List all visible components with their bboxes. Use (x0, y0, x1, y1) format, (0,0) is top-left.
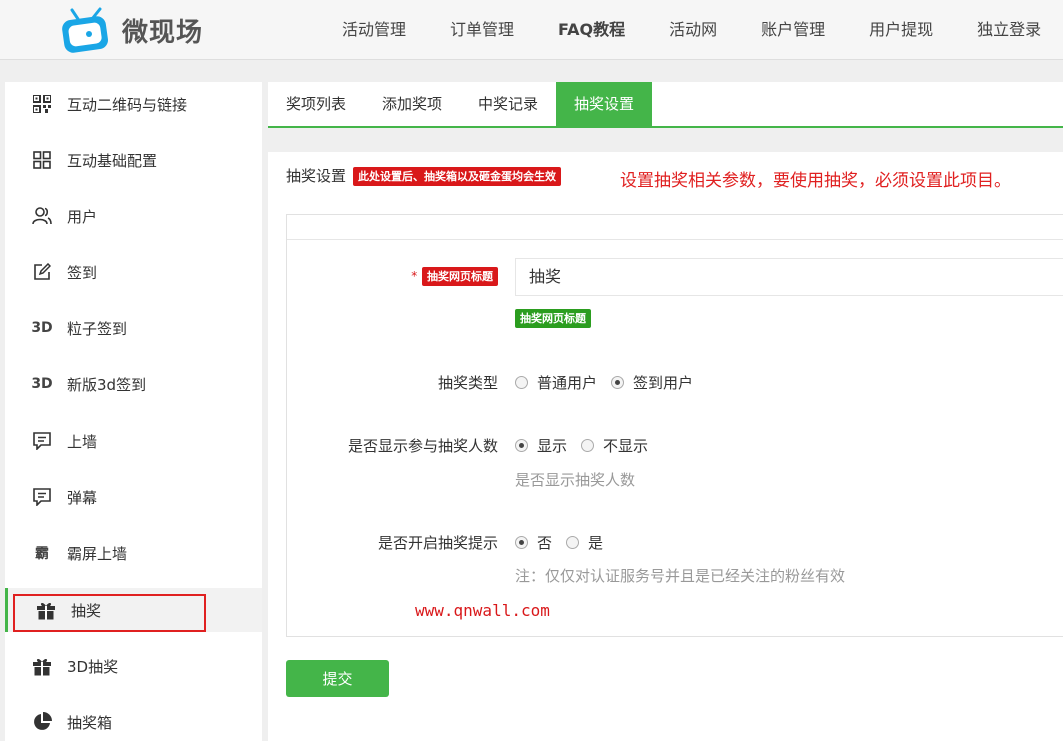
sidebar-item-lottery-box[interactable]: 抽奖箱 (5, 700, 262, 741)
watermark-text: www.qnwall.com (415, 601, 550, 620)
sidebar-item-label: 粒子签到 (67, 319, 128, 338)
3d-icon: 3D (31, 376, 53, 392)
radio-normal-user[interactable]: 普通用户 (515, 372, 597, 393)
nav-activity-site[interactable]: 活动网 (647, 16, 739, 40)
prompt-label: 是否开启抽奖提示 (377, 534, 498, 552)
radio-label: 否 (537, 534, 553, 552)
radio-circle[interactable] (515, 376, 528, 389)
page-title-hint-badge: 抽奖网页标题 (515, 309, 591, 328)
message-icon (31, 430, 53, 452)
page-title-input[interactable]: 抽奖 (515, 258, 1063, 296)
panel-title: 抽奖设置 (286, 167, 347, 185)
sidebar-item-wall[interactable]: 上墙 (5, 419, 262, 463)
nav-independent-login[interactable]: 独立登录 (955, 16, 1063, 40)
top-bar: 微现场 活动管理 订单管理 FAQ教程 活动网 账户管理 用户提现 独立登录 (0, 0, 1063, 60)
tab-add-prize[interactable]: 添加奖项 (364, 82, 460, 126)
nav-user-withdraw[interactable]: 用户提现 (847, 16, 955, 40)
sidebar-item-label: 签到 (67, 263, 98, 282)
nav-order-management[interactable]: 订单管理 (428, 16, 536, 40)
pie-chart-icon (31, 711, 53, 733)
sidebar: 互动二维码与链接 互动基础配置 用户 签到 3D 粒子签到 3D 新版3d签到 … (5, 82, 262, 741)
settings-form: * 抽奖网页标题 抽奖 抽奖网页标题 抽奖类型 普通用户 签到用户 是否显示参与… (286, 214, 1063, 637)
radio-label: 显示 (537, 437, 568, 455)
sidebar-item-basic-config[interactable]: 互动基础配置 (5, 138, 262, 182)
radio-show[interactable]: 显示 (515, 435, 567, 456)
sidebar-item-label: 上墙 (67, 432, 98, 451)
top-nav: 活动管理 订单管理 FAQ教程 活动网 账户管理 用户提现 独立登录 (320, 0, 1063, 56)
panel-title-badge: 此处设置后、抽奖箱以及砸金蛋均会生效 (353, 167, 561, 186)
sidebar-item-qrcode-links[interactable]: 互动二维码与链接 (5, 82, 262, 126)
radio-circle[interactable] (515, 536, 528, 549)
tab-bar: 奖项列表 添加奖项 中奖记录 抽奖设置 (268, 82, 1063, 128)
show-count-label: 是否显示参与抽奖人数 (347, 437, 498, 455)
radio-label: 签到用户 (633, 374, 694, 392)
radio-circle[interactable] (611, 376, 625, 389)
message-icon (31, 486, 53, 508)
radio-signed-user[interactable]: 签到用户 (611, 372, 693, 393)
ba-icon: 霸 (35, 546, 49, 562)
logo-text: 微现场 (122, 17, 204, 48)
logo[interactable]: 微现场 (60, 0, 203, 60)
sidebar-item-users[interactable]: 用户 (5, 194, 262, 238)
tv-logo-icon (60, 7, 112, 53)
radio-yes[interactable]: 是 (566, 532, 603, 553)
grid-icon (31, 149, 53, 171)
radio-label: 是 (588, 534, 604, 552)
users-icon (31, 205, 53, 227)
submit-button[interactable]: 提交 (286, 660, 389, 697)
radio-hide[interactable]: 不显示 (581, 435, 648, 456)
gift-icon (31, 655, 53, 677)
show-count-radio-group: 显示 不显示 (515, 435, 662, 456)
annotation-text: 设置抽奖相关参数，要使用抽奖，必须设置此项目。 (620, 171, 1011, 191)
edit-icon (31, 261, 53, 283)
radio-no[interactable]: 否 (515, 532, 552, 553)
sidebar-item-3d-lottery[interactable]: 3D抽奖 (5, 644, 262, 688)
page-title-label-badge: 抽奖网页标题 (422, 267, 498, 286)
tab-prize-list[interactable]: 奖项列表 (268, 82, 364, 126)
sidebar-item-label: 用户 (67, 207, 98, 226)
radio-label: 不显示 (603, 437, 649, 455)
sidebar-item-label: 3D抽奖 (67, 657, 119, 676)
prompt-radio-group: 否 是 (515, 532, 617, 553)
sidebar-item-new-3d-signin[interactable]: 3D 新版3d签到 (5, 362, 262, 406)
tab-winning-records[interactable]: 中奖记录 (460, 82, 556, 126)
nav-faq-tutorial[interactable]: FAQ教程 (536, 16, 647, 40)
nav-account-management[interactable]: 账户管理 (739, 16, 847, 40)
tab-lottery-settings[interactable]: 抽奖设置 (556, 82, 653, 126)
sidebar-item-ba-screen-wall[interactable]: 霸 霸屏上墙 (5, 531, 262, 575)
sidebar-item-label: 互动二维码与链接 (67, 95, 188, 114)
required-mark: * (411, 269, 418, 283)
3d-icon: 3D (31, 320, 53, 336)
sidebar-item-label: 互动基础配置 (67, 151, 158, 170)
radio-label: 普通用户 (537, 374, 598, 392)
page-title-label: * 抽奖网页标题 (411, 266, 498, 286)
settings-panel: 抽奖设置 此处设置后、抽奖箱以及砸金蛋均会生效 设置抽奖相关参数，要使用抽奖，必… (268, 152, 1063, 741)
show-count-hint: 是否显示抽奖人数 (515, 471, 636, 489)
sidebar-item-label: 新版3d签到 (67, 375, 147, 394)
prompt-hint: 注：仅仅对认证服务号并且是已经关注的粉丝有效 (515, 567, 846, 585)
radio-circle[interactable] (515, 439, 528, 452)
highlight-box (13, 594, 206, 632)
form-divider (287, 239, 1063, 240)
sidebar-item-label: 弹幕 (67, 488, 98, 507)
sidebar-item-label: 霸屏上墙 (67, 544, 128, 563)
lottery-type-label: 抽奖类型 (437, 374, 498, 392)
nav-activity-management[interactable]: 活动管理 (320, 16, 428, 40)
sidebar-item-danmaku[interactable]: 弹幕 (5, 475, 262, 519)
qrcode-icon (31, 93, 53, 115)
lottery-type-radio-group: 普通用户 签到用户 (515, 372, 707, 393)
sidebar-item-label: 抽奖箱 (67, 713, 113, 732)
sidebar-item-particle-signin[interactable]: 3D 粒子签到 (5, 306, 262, 350)
radio-circle[interactable] (566, 536, 580, 549)
radio-circle[interactable] (581, 439, 595, 452)
sidebar-item-signin[interactable]: 签到 (5, 250, 262, 294)
